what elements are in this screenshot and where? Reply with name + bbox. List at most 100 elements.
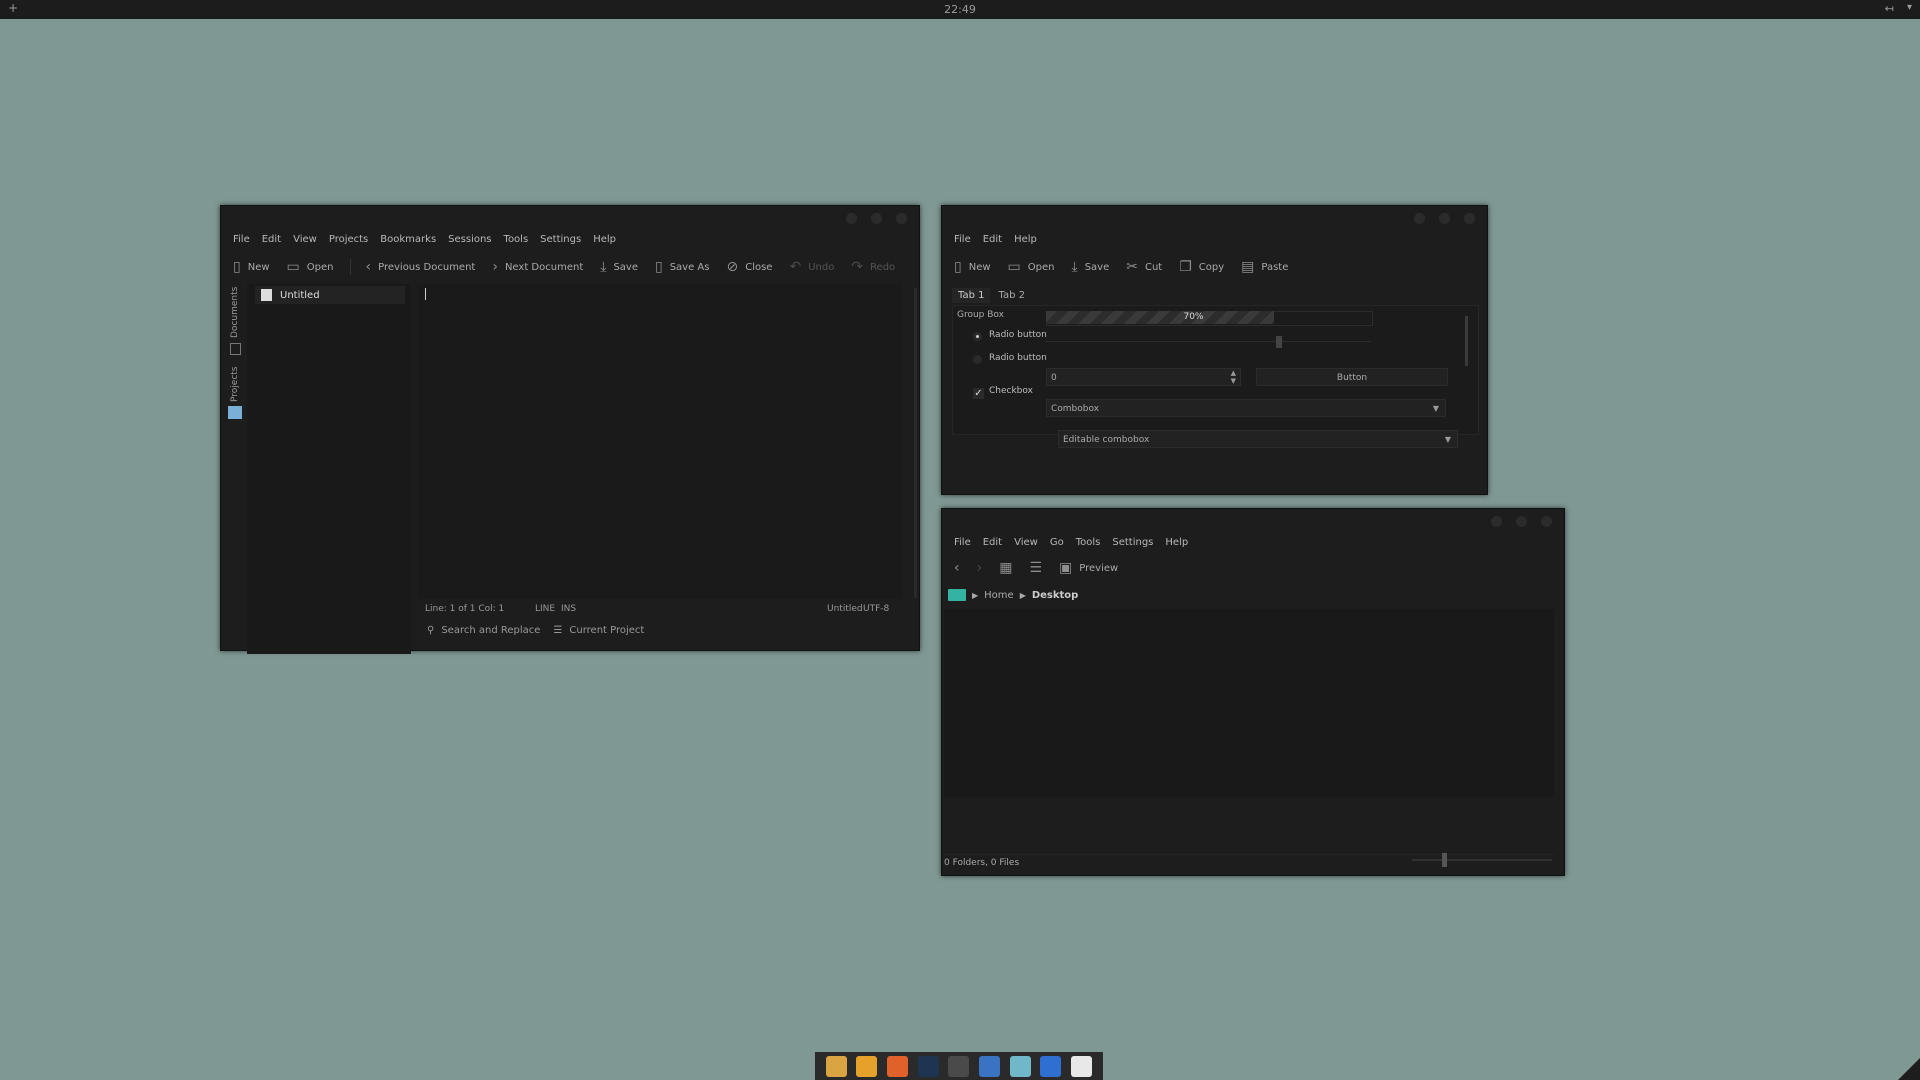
zoom-slider-track xyxy=(1412,859,1552,861)
minimize-button[interactable] xyxy=(1414,213,1425,224)
zoom-slider-handle[interactable] xyxy=(1442,853,1447,867)
tools-icon[interactable] xyxy=(825,1055,847,1077)
list-item[interactable]: Untitled xyxy=(255,286,405,304)
terminal-icon[interactable] xyxy=(917,1055,939,1077)
combobox[interactable]: Combobox ▼ xyxy=(1046,399,1446,417)
vertical-scrollbar[interactable] xyxy=(1465,316,1468,366)
maximize-button[interactable] xyxy=(871,213,882,224)
menu-file[interactable]: File xyxy=(954,533,979,553)
menu-go[interactable]: Go xyxy=(1050,533,1072,553)
menu-view[interactable]: View xyxy=(293,230,325,250)
encoding[interactable]: UTF-8 xyxy=(863,604,889,614)
redo-button[interactable]: ↷ Redo xyxy=(851,260,895,274)
toolbar: ▯ New ▭ Open ⤓ Save ✂ Cut ❐ Copy ▤ Paste xyxy=(942,252,1487,282)
minimize-button[interactable] xyxy=(1491,516,1502,527)
titlebar[interactable] xyxy=(942,509,1564,533)
clock[interactable]: 22:49 xyxy=(0,3,1920,16)
next-document-button[interactable]: › Next Document xyxy=(492,260,583,274)
home-folder-icon[interactable] xyxy=(948,589,966,601)
tab-current-project[interactable]: Current Project xyxy=(569,625,644,636)
back-button[interactable]: ‹ xyxy=(954,561,960,575)
tab-documents[interactable]: Documents xyxy=(230,287,240,338)
office-icon[interactable] xyxy=(1040,1055,1062,1077)
menu-sessions[interactable]: Sessions xyxy=(448,230,499,250)
new-button[interactable]: ▯ New xyxy=(954,260,991,274)
editor-area[interactable] xyxy=(417,284,902,599)
minimize-button[interactable] xyxy=(846,213,857,224)
checkbox-label: Checkbox xyxy=(989,386,1033,396)
spin-box[interactable]: 0 ▲ ▼ xyxy=(1046,368,1241,386)
kate-window: File Edit View Projects Bookmarks Sessio… xyxy=(220,205,920,654)
details-view-button[interactable]: ☰ xyxy=(1029,561,1042,575)
forward-button[interactable]: › xyxy=(977,561,983,575)
close-window-button[interactable] xyxy=(1464,213,1475,224)
spin-down-icon[interactable]: ▼ xyxy=(1231,372,1236,390)
cut-button[interactable]: ✂ Cut xyxy=(1126,260,1162,274)
calculator-icon[interactable] xyxy=(948,1055,970,1077)
undo-button[interactable]: ↶ Undo xyxy=(789,260,834,274)
open-button[interactable]: ▭ Open xyxy=(1008,260,1055,274)
menu-projects[interactable]: Projects xyxy=(329,230,376,250)
menu-settings[interactable]: Settings xyxy=(1112,533,1161,553)
save-button[interactable]: ⤓ Save xyxy=(600,260,638,274)
browser-icon[interactable] xyxy=(979,1055,1001,1077)
text-editor-icon[interactable] xyxy=(1071,1055,1093,1077)
menu-edit[interactable]: Edit xyxy=(262,230,289,250)
menu-help[interactable]: Help xyxy=(1165,533,1196,553)
corner-handle[interactable] xyxy=(1898,1058,1920,1080)
breadcrumb-current[interactable]: Desktop xyxy=(1032,590,1079,601)
tab-1[interactable]: Tab 1 xyxy=(952,288,991,303)
close-button[interactable]: ⊘ Close xyxy=(726,260,772,274)
previous-document-button[interactable]: ‹ Previous Document xyxy=(365,260,475,274)
back-arrow-icon[interactable]: ↤ xyxy=(1885,2,1894,15)
menu-edit[interactable]: Edit xyxy=(983,533,1010,553)
new-button[interactable]: ▯ New xyxy=(233,260,270,274)
menu-view[interactable]: View xyxy=(1014,533,1046,553)
preview-button[interactable]: ▣ Preview xyxy=(1059,561,1118,575)
menu-tools[interactable]: Tools xyxy=(504,230,537,250)
menu-tools[interactable]: Tools xyxy=(1076,533,1109,553)
icons-view-button[interactable]: ▦ xyxy=(999,561,1012,575)
paste-button[interactable]: ▤ Paste xyxy=(1241,260,1288,274)
close-window-button[interactable] xyxy=(1541,516,1552,527)
cursor-position[interactable]: Line: 1 of 1 Col: 1 xyxy=(425,604,504,614)
maximize-button[interactable] xyxy=(1516,516,1527,527)
editable-combobox[interactable]: Editable combobox ▼ xyxy=(1058,430,1458,448)
list-view-icon: ☰ xyxy=(1029,560,1043,576)
open-button[interactable]: ▭ Open xyxy=(287,260,334,274)
dock xyxy=(815,1052,1103,1080)
tab-search-and-replace[interactable]: Search and Replace xyxy=(441,625,540,636)
firefox-icon[interactable] xyxy=(887,1055,909,1077)
menu-file[interactable]: File xyxy=(954,230,979,250)
titlebar[interactable] xyxy=(221,206,919,230)
chevron-down-icon[interactable]: ▾ xyxy=(1907,2,1912,13)
push-button[interactable]: Button xyxy=(1256,368,1448,386)
tab-2[interactable]: Tab 2 xyxy=(992,288,1030,303)
breadcrumb-home[interactable]: Home xyxy=(984,590,1014,601)
save-as-button[interactable]: ▯ Save As xyxy=(655,260,710,274)
image-viewer-icon[interactable] xyxy=(1009,1055,1031,1077)
menu-help[interactable]: Help xyxy=(593,230,624,250)
menu-bookmarks[interactable]: Bookmarks xyxy=(380,230,444,250)
tab-projects[interactable]: Projects xyxy=(230,367,240,402)
radio-button-1[interactable] xyxy=(973,332,982,341)
save-button[interactable]: ⤓ Save xyxy=(1071,260,1109,274)
vertical-scrollbar[interactable] xyxy=(914,288,917,598)
titlebar[interactable] xyxy=(942,206,1487,230)
files-icon[interactable] xyxy=(856,1055,878,1077)
slider-handle[interactable] xyxy=(1276,336,1282,348)
close-window-button[interactable] xyxy=(896,213,907,224)
menu-edit[interactable]: Edit xyxy=(983,230,1010,250)
file-manager-window: File Edit View Go Tools Settings Help ‹ … xyxy=(941,508,1565,876)
radio-button-2[interactable] xyxy=(973,355,982,364)
chevron-right-icon: ▶ xyxy=(1019,590,1026,600)
menu-help[interactable]: Help xyxy=(1014,230,1045,250)
insert-mode[interactable]: INS xyxy=(561,604,576,614)
checkbox[interactable]: ✓ xyxy=(973,388,984,399)
copy-button[interactable]: ❐ Copy xyxy=(1179,260,1224,274)
menu-settings[interactable]: Settings xyxy=(540,230,589,250)
menu-file[interactable]: File xyxy=(233,230,258,250)
maximize-button[interactable] xyxy=(1439,213,1450,224)
selection-mode[interactable]: LINE xyxy=(535,604,555,614)
file-view[interactable] xyxy=(944,609,1554,797)
